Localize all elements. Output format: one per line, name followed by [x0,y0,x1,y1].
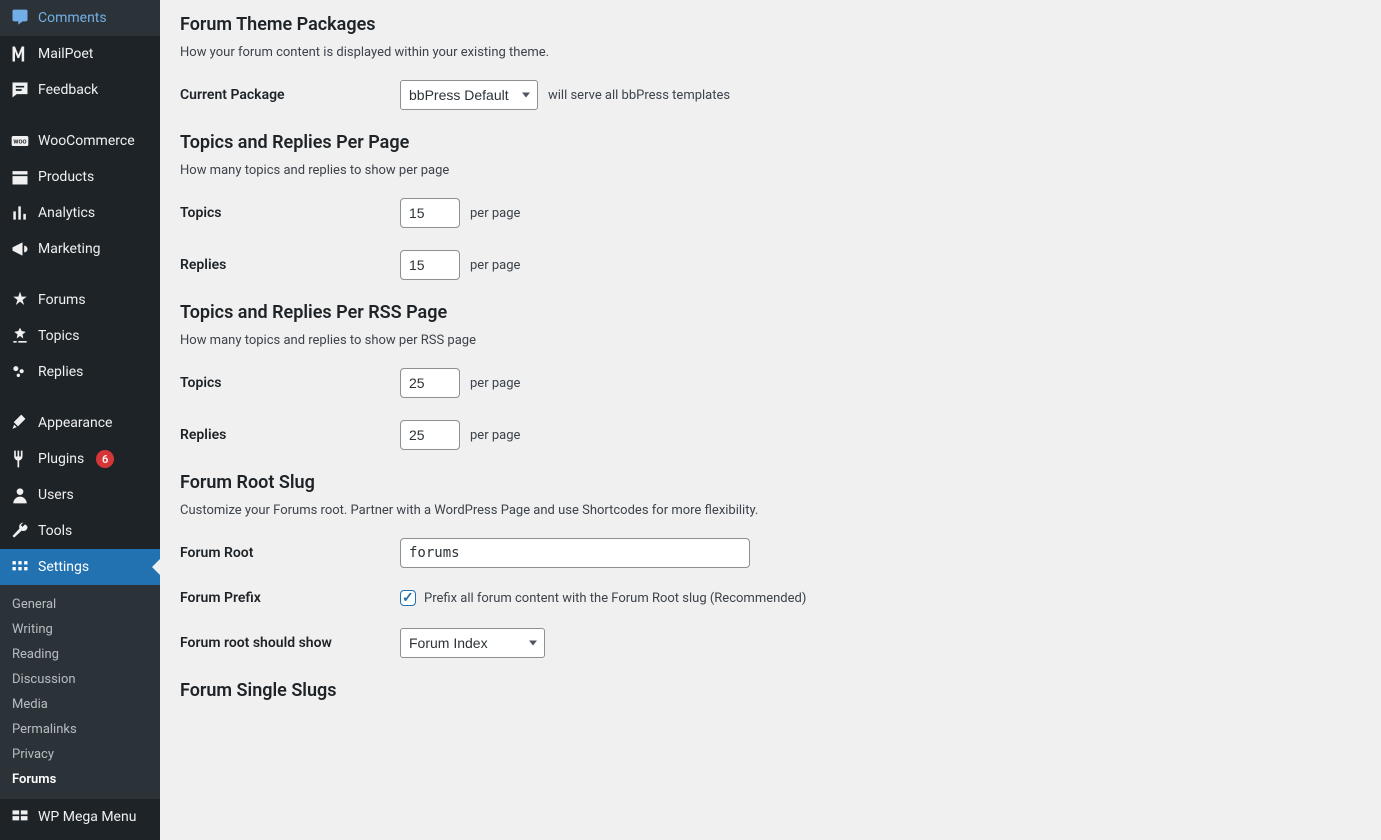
label-forum-prefix-text[interactable]: Prefix all forum content with the Forum … [424,591,806,606]
submenu-item-discussion[interactable]: Discussion [0,667,160,692]
update-badge: 6 [96,450,114,468]
input-topics-per-rss[interactable] [400,368,460,398]
input-replies-per-page[interactable] [400,250,460,280]
menu-item-woocommerce[interactable]: WOO WooCommerce [0,123,160,159]
menu-item-marketing[interactable]: Marketing [0,231,160,267]
menu-label: Products [38,169,94,185]
menu-label: MailPoet [38,46,93,62]
woo-icon: WOO [10,131,30,151]
submenu-item-media[interactable]: Media [0,692,160,717]
analytics-icon [10,203,30,223]
plugins-icon [10,449,30,469]
menu-label: WooCommerce [38,133,135,149]
suffix-per-page: per page [470,376,520,391]
section-desc-per-rss: How many topics and replies to show per … [180,333,1361,348]
submenu-item-general[interactable]: General [0,592,160,617]
submenu-item-permalinks[interactable]: Permalinks [0,717,160,742]
select-current-package[interactable]: bbPress Default [400,80,538,110]
suffix-per-page: per page [470,258,520,273]
menu-item-appearance[interactable]: Appearance [0,405,160,441]
menu-label: Tools [38,523,72,539]
mailpoet-icon [10,44,30,64]
menu-label: Appearance [38,415,112,431]
menu-label: Analytics [38,205,95,221]
select-root-show[interactable]: Forum Index [400,628,545,658]
menu-label: Plugins [38,451,84,467]
menu-label: Topics [38,328,79,344]
checkbox-forum-prefix[interactable] [400,590,416,606]
forums-icon [10,290,30,310]
section-heading-theme-packages: Forum Theme Packages [180,14,1361,35]
admin-sidebar: Comments MailPoet Feedback WOO WooCommerce Pr… [0,0,160,840]
submenu-item-reading[interactable]: Reading [0,642,160,667]
menu-label: Settings [38,559,89,575]
label-replies-per-page: Replies [180,257,400,273]
suffix-per-page: per page [470,428,520,443]
megamenu-icon [10,807,30,827]
label-replies-per-rss: Replies [180,427,400,443]
appearance-icon [10,413,30,433]
submenu-item-privacy[interactable]: Privacy [0,742,160,767]
menu-item-forums[interactable]: Forums [0,282,160,318]
menu-label: Forums [38,292,86,308]
input-forum-root[interactable] [400,538,750,568]
menu-item-feedback[interactable]: Feedback [0,72,160,108]
menu-label: Comments [38,10,107,26]
menu-item-settings[interactable]: Settings [0,549,160,585]
submenu-item-forums[interactable]: Forums [0,767,160,792]
input-topics-per-page[interactable] [400,198,460,228]
section-desc-per-page: How many topics and replies to show per … [180,163,1361,178]
menu-label: Replies [38,364,83,380]
settings-icon [10,557,30,577]
label-forum-prefix: Forum Prefix [180,590,400,606]
menu-item-plugins[interactable]: Plugins 6 [0,441,160,477]
label-topics-per-rss: Topics [180,375,400,391]
label-current-package: Current Package [180,87,400,103]
section-heading-per-page: Topics and Replies Per Page [180,132,1361,153]
menu-item-replies[interactable]: Replies [0,354,160,390]
text-package-description: will serve all bbPress templates [548,88,730,103]
users-icon [10,485,30,505]
menu-label: Marketing [38,241,101,257]
products-icon [10,167,30,187]
menu-item-users[interactable]: Users [0,477,160,513]
marketing-icon [10,239,30,259]
section-heading-root-slug: Forum Root Slug [180,472,1361,493]
menu-item-wp-mega-menu[interactable]: WP Mega Menu [0,799,160,835]
submenu-item-writing[interactable]: Writing [0,617,160,642]
replies-icon [10,362,30,382]
section-desc-theme-packages: How your forum content is displayed with… [180,45,1361,60]
menu-item-products[interactable]: Products [0,159,160,195]
label-root-show: Forum root should show [180,635,400,651]
input-replies-per-rss[interactable] [400,420,460,450]
settings-content: Forum Theme Packages How your forum cont… [160,0,1381,840]
tools-icon [10,521,30,541]
menu-item-mailpoet[interactable]: MailPoet [0,36,160,72]
feedback-icon [10,80,30,100]
menu-label: WP Mega Menu [38,809,136,825]
menu-item-analytics[interactable]: Analytics [0,195,160,231]
section-heading-single-slugs: Forum Single Slugs [180,680,1361,701]
section-heading-per-rss: Topics and Replies Per RSS Page [180,302,1361,323]
label-forum-root: Forum Root [180,545,400,561]
settings-submenu: GeneralWritingReadingDiscussionMediaPerm… [0,585,160,799]
label-topics-per-page: Topics [180,205,400,221]
menu-item-comments[interactable]: Comments [0,0,160,36]
suffix-per-page: per page [470,206,520,221]
menu-item-topics[interactable]: Topics [0,318,160,354]
comments-icon [10,8,30,28]
menu-label: Users [38,487,74,503]
section-desc-root-slug: Customize your Forums root. Partner with… [180,503,1361,518]
svg-text:WOO: WOO [13,140,26,146]
menu-item-tools[interactable]: Tools [0,513,160,549]
menu-label: Feedback [38,82,98,98]
topics-icon [10,326,30,346]
